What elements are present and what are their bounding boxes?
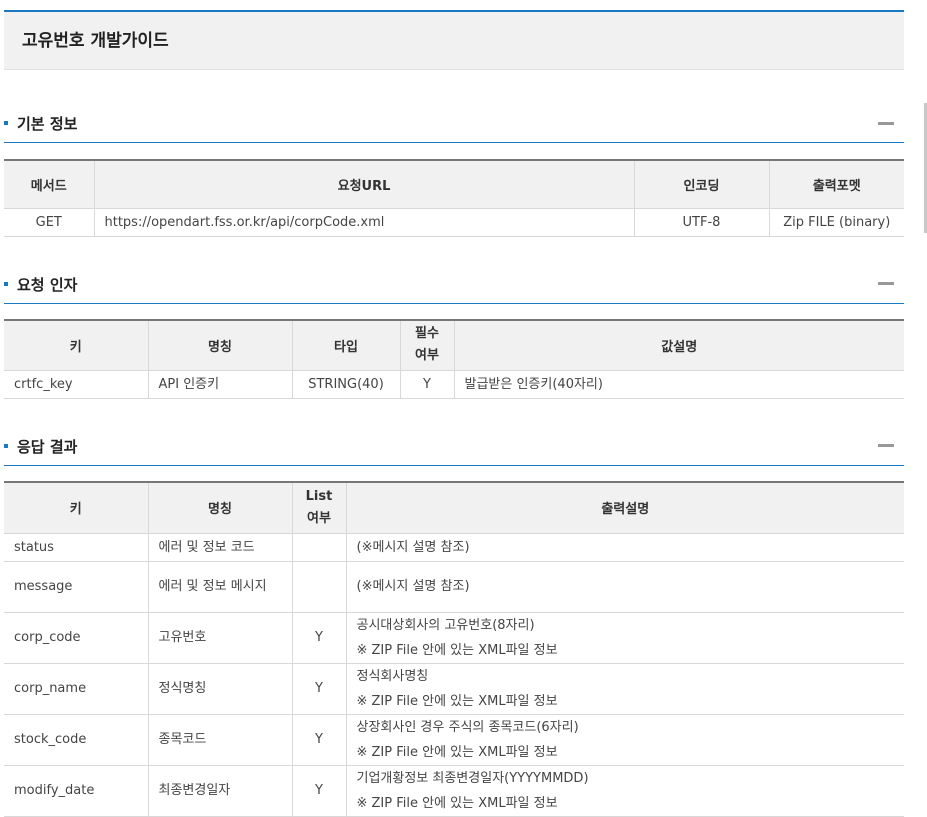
cell-list <box>291 532 347 562</box>
header-name: 명칭 <box>147 319 293 371</box>
cell-key: corp_code <box>4 611 149 664</box>
cell-key: message <box>4 560 149 613</box>
collapse-basic-icon[interactable] <box>878 122 894 125</box>
cell-encoding: UTF-8 <box>633 207 770 237</box>
cell-key: crtfc_key <box>4 369 149 399</box>
section-basic-title: 기본 정보 <box>17 115 78 133</box>
cell-list: Y <box>291 764 347 817</box>
cell-type: STRING(40) <box>291 369 401 399</box>
desc-note: ※ ZIP File 안에 있는 XML파일 정보 <box>356 693 558 709</box>
header-required: 필수 여부 <box>399 319 455 371</box>
cell-name: 정식명칭 <box>147 662 293 715</box>
header-type: 타입 <box>291 319 401 371</box>
section-bullet-icon <box>4 121 8 125</box>
desc-line: 기업개황정보 최종변경일자(YYYYMMDD) <box>356 770 589 786</box>
collapse-request-icon[interactable] <box>878 282 894 285</box>
page-title: 고유번호 개발가이드 <box>22 31 169 51</box>
cell-desc: 공시대상회사의 고유번호(8자리) ※ ZIP File 안에 있는 XML파일… <box>345 611 904 664</box>
header-value-desc: 값설명 <box>453 319 904 371</box>
table-row: corp_code 고유번호 Y 공시대상회사의 고유번호(8자리) ※ ZIP… <box>4 611 904 664</box>
cell-desc: 상장회사인 경우 주식의 종목코드(6자리) ※ ZIP File 안에 있는 … <box>345 713 904 766</box>
desc-line: 상장회사인 경우 주식의 종목코드(6자리) <box>356 719 579 735</box>
cell-value-desc: 발급받은 인증키(40자리) <box>453 369 904 399</box>
header-method: 메서드 <box>4 159 95 209</box>
cell-key: corp_name <box>4 662 149 715</box>
basic-info-table: 메서드 요청URL 인코딩 출력포멧 GET https://opendart.… <box>4 159 904 237</box>
section-request-header: 요청 인자 <box>4 274 904 304</box>
cell-list: Y <box>291 662 347 715</box>
section-bullet-icon <box>4 282 8 286</box>
cell-name: API 인증키 <box>147 369 293 399</box>
cell-desc: (※메시지 설명 참조) <box>345 560 904 613</box>
cell-key: status <box>4 532 149 562</box>
cell-key: modify_date <box>4 764 149 817</box>
cell-desc: 정식회사명칭 ※ ZIP File 안에 있는 XML파일 정보 <box>345 662 904 715</box>
header-name: 명칭 <box>147 481 293 534</box>
cell-list: Y <box>291 611 347 664</box>
desc-note: ※ ZIP File 안에 있는 XML파일 정보 <box>356 795 558 811</box>
request-params-table: 키 명칭 타입 필수 여부 값설명 crtfc_key API 인증키 STRI… <box>4 319 904 399</box>
cell-name: 에러 및 정보 코드 <box>147 532 293 562</box>
section-response-title: 응답 결과 <box>17 438 78 456</box>
table-row: modify_date 최종변경일자 Y 기업개황정보 최종변경일자(YYYYM… <box>4 764 904 817</box>
cell-method: GET <box>4 207 95 237</box>
cell-desc: (※메시지 설명 참조) <box>345 532 904 562</box>
cell-name: 최종변경일자 <box>147 764 293 817</box>
desc-line: 공시대상회사의 고유번호(8자리) <box>356 617 535 633</box>
desc-note: ※ ZIP File 안에 있는 XML파일 정보 <box>356 642 558 658</box>
header-key: 키 <box>4 481 149 534</box>
section-response-header: 응답 결과 <box>4 436 904 466</box>
header-encoding: 인코딩 <box>633 159 770 209</box>
cell-request-url: https://opendart.fss.or.kr/api/corpCode.… <box>93 207 635 237</box>
page-title-bar: 고유번호 개발가이드 <box>4 10 904 70</box>
header-output-format: 출력포멧 <box>768 159 904 209</box>
desc-line: (※메시지 설명 참조) <box>356 579 470 594</box>
header-output-desc: 출력설명 <box>345 481 904 534</box>
cell-list <box>291 560 347 613</box>
cell-name: 종목코드 <box>147 713 293 766</box>
table-row: message 에러 및 정보 메시지 (※메시지 설명 참조) <box>4 560 904 613</box>
cell-name: 에러 및 정보 메시지 <box>147 560 293 613</box>
cell-required: Y <box>399 369 455 399</box>
cell-key: stock_code <box>4 713 149 766</box>
section-basic-header: 기본 정보 <box>4 113 904 143</box>
desc-note: ※ ZIP File 안에 있는 XML파일 정보 <box>356 744 558 760</box>
header-key: 키 <box>4 319 149 371</box>
collapse-response-icon[interactable] <box>878 444 894 447</box>
section-bullet-icon <box>4 444 8 448</box>
table-row: corp_name 정식명칭 Y 정식회사명칭 ※ ZIP File 안에 있는… <box>4 662 904 715</box>
cell-name: 고유번호 <box>147 611 293 664</box>
table-row: stock_code 종목코드 Y 상장회사인 경우 주식의 종목코드(6자리)… <box>4 713 904 766</box>
cell-desc: 기업개황정보 최종변경일자(YYYYMMDD) ※ ZIP File 안에 있는… <box>345 764 904 817</box>
section-request-title: 요청 인자 <box>17 276 78 294</box>
header-request-url: 요청URL <box>93 159 635 209</box>
table-row: status 에러 및 정보 코드 (※메시지 설명 참조) <box>4 532 904 562</box>
response-result-table: 키 명칭 List 여부 출력설명 status 에러 및 정보 코드 (※메시… <box>4 481 904 817</box>
cell-output-format: Zip FILE (binary) <box>768 207 904 237</box>
header-list: List 여부 <box>291 481 347 534</box>
desc-line: 정식회사명칭 <box>356 668 429 684</box>
desc-line: (※메시지 설명 참조) <box>356 539 470 555</box>
cell-list: Y <box>291 713 347 766</box>
